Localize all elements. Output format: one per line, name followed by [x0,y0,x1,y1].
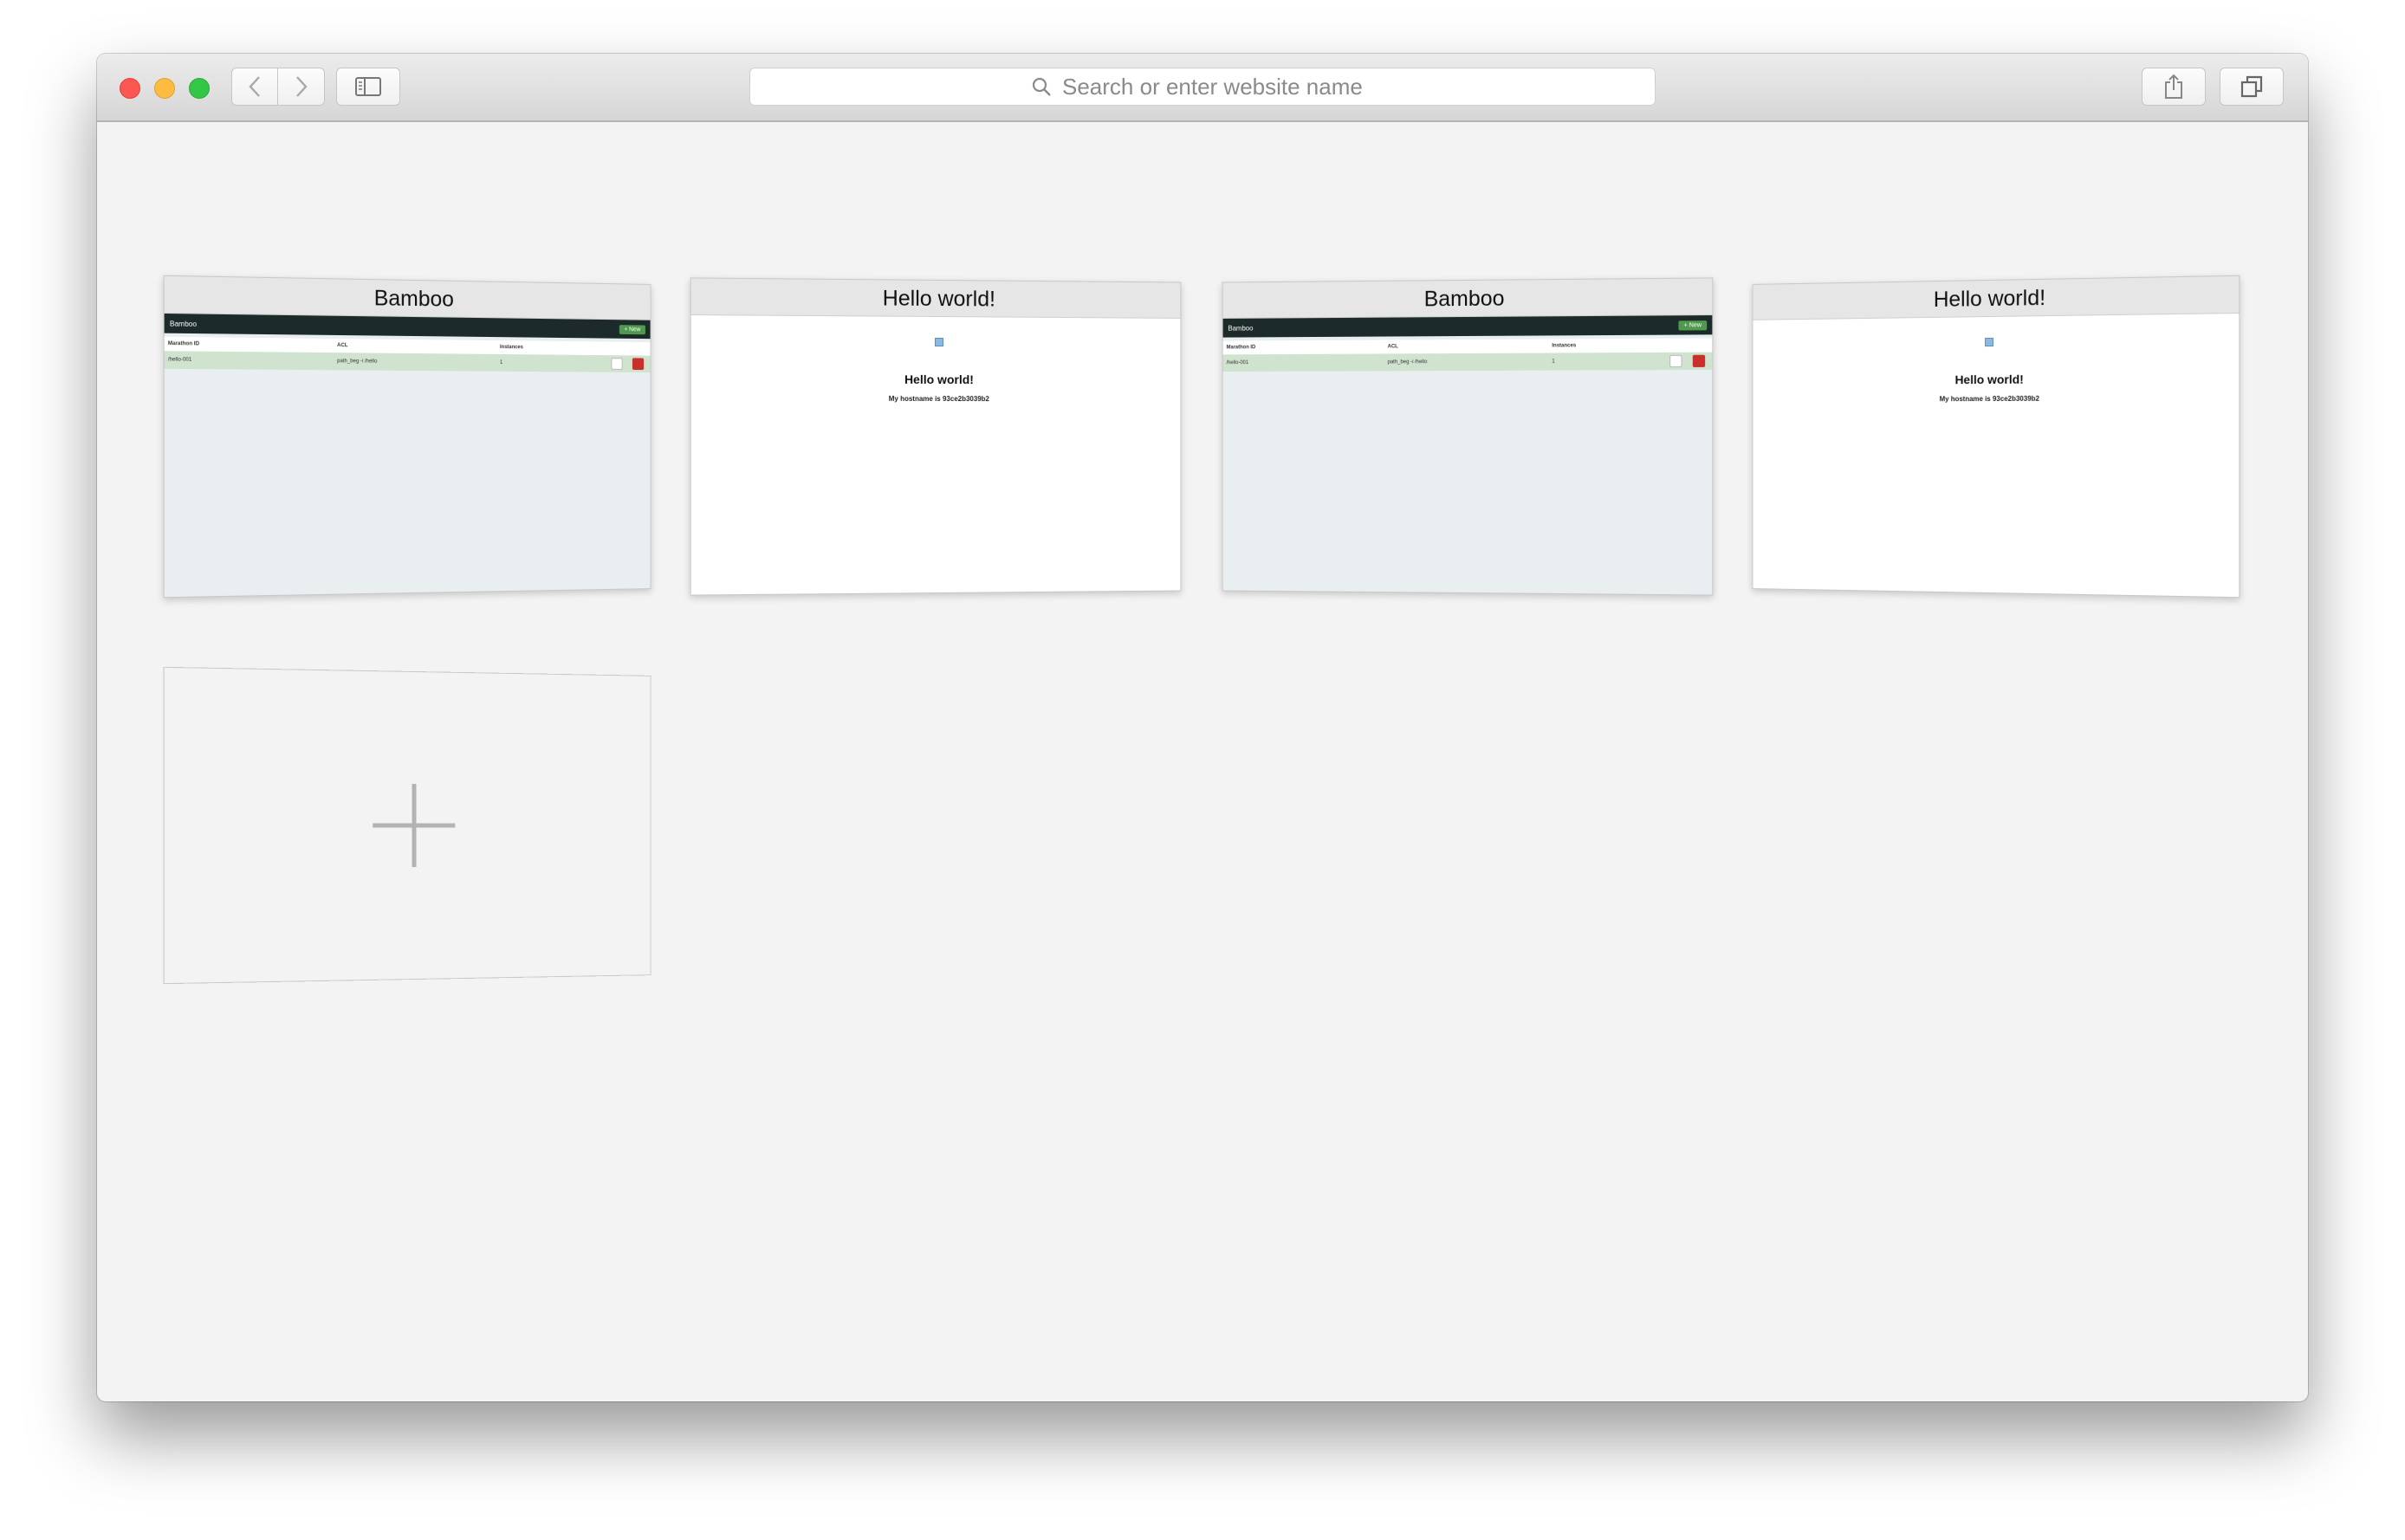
column-header: Instances [500,345,523,351]
share-button[interactable] [2142,68,2206,106]
tile-title: Hello world! [1753,275,2240,320]
tile-preview: Bamboo + New Marathon ID ACL Instances /… [164,314,651,599]
column-header: Marathon ID [1226,345,1256,351]
address-bar[interactable] [749,68,1656,106]
preview-new-button: + New [1678,320,1708,330]
table-cell: /hello-001 [1226,360,1249,366]
preview-text: My hostname is 93ce2b3039b2 [888,394,989,404]
tile-title: Bamboo [1222,278,1713,319]
favorite-tile-hello-world[interactable]: Hello world! Hello world! My hostname is… [690,277,1182,596]
favorite-tile-bamboo[interactable]: Bamboo Bamboo + New Marathon ID ACL Inst… [1222,277,1714,596]
back-button[interactable] [231,68,278,106]
table-cell: path_beg -i /hello [1387,359,1428,366]
address-input[interactable] [1062,73,1374,100]
broken-image-icon [935,337,943,347]
sidebar-button[interactable] [336,68,400,106]
add-favorite-tile[interactable] [163,666,651,985]
favorite-tile-bamboo[interactable]: Bamboo Bamboo + New Marathon ID ACL Inst… [163,275,651,599]
share-icon [2165,74,2182,99]
table-cell: 1 [500,359,503,366]
preview-new-button: + New [619,324,645,334]
table-row: /hello-001 path_beg -i /hello 1 [164,351,651,373]
chevron-left-icon [249,76,260,97]
tile-preview: Hello world! My hostname is 93ce2b3039b2 [1753,314,2240,599]
preview-heading: Hello world! [904,372,974,387]
table-row: /hello-001 path_beg -i /hello 1 [1222,352,1713,372]
preview-text: My hostname is 93ce2b3039b2 [1939,394,2040,404]
column-header: Instances [1552,343,1577,349]
column-header: ACL [337,343,348,349]
preview-brand: Bamboo [169,319,198,328]
search-icon [1032,77,1051,96]
tabs-icon [2240,75,2263,98]
chevron-right-icon [295,76,308,97]
preview-heading: Hello world! [1954,372,2024,387]
preview-table: Marathon ID ACL Instances /hello-001 pat… [164,336,651,373]
delete-icon [632,358,645,371]
edit-icon [611,358,623,370]
minimize-icon[interactable] [154,78,175,99]
forward-button[interactable] [278,68,325,106]
delete-icon [1692,354,1706,367]
column-header: ACL [1387,344,1398,350]
preview-table: Marathon ID ACL Instances /hello-001 pat… [1222,338,1713,372]
browser-window: Bamboo Bamboo + New Marathon ID ACL Inst… [97,54,2308,1401]
broken-image-icon [1985,337,1993,347]
table-cell: path_beg -i /hello [337,359,378,365]
table-cell: 1 [1552,359,1555,365]
tile-title: Hello world! [690,278,1181,319]
sidebar-icon [355,77,381,96]
plus-icon [371,783,457,868]
edit-icon [1669,354,1682,368]
favorite-tile-hello-world[interactable]: Hello world! Hello world! My hostname is… [1752,275,2240,599]
tile-preview: Hello world! My hostname is 93ce2b3039b2 [690,315,1181,596]
preview-navbar: Bamboo + New [1222,315,1713,338]
column-header: Marathon ID [167,340,200,347]
preview-brand: Bamboo [1228,324,1254,333]
toolbar [97,54,2308,122]
show-tabs-button[interactable] [2220,68,2284,106]
tile-preview: Bamboo + New Marathon ID ACL Instances /… [1222,315,1713,596]
favorites-grid: Bamboo Bamboo + New Marathon ID ACL Inst… [97,124,2308,1401]
close-icon[interactable] [120,78,140,99]
table-cell: /hello-001 [167,357,192,363]
maximize-icon[interactable] [189,78,210,99]
tile-title: Bamboo [164,275,651,320]
